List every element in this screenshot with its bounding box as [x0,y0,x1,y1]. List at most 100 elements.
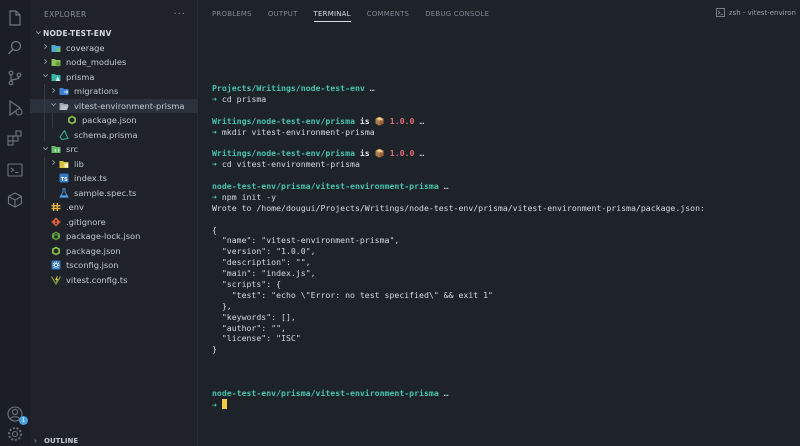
extensions-icon[interactable] [5,128,25,148]
terminal-text: is [354,148,375,159]
folder-item-src[interactable]: src [30,142,198,157]
tree-item-label: package.json [66,245,121,256]
terminal-line: Writings/node-test-env/prisma is 📦 1.0.0… [212,148,800,159]
tree-item-label: vitest.config.ts [66,274,128,285]
tab-comments[interactable]: COMMENTS [367,0,409,28]
tab-problems[interactable]: PROBLEMS [212,0,252,28]
file-item-gitignore[interactable]: .gitignore [30,215,198,230]
test-file-icon [58,188,70,198]
package-version: 1.0.0 [384,115,415,126]
folder-open-icon [58,101,70,111]
outline-label: OUTLINE [44,437,79,445]
files-icon[interactable] [5,8,25,28]
tab-debug-console[interactable]: DEBUG CONSOLE [425,0,489,28]
chevron-right-icon [40,43,50,52]
terminal-line: } [212,344,800,355]
tree-item-label: migrations [74,86,119,97]
account-icon[interactable]: 1 [5,404,28,425]
file-item-sample-spec-ts[interactable]: sample.spec.ts [30,185,198,200]
indent-guide [52,113,53,128]
chevron-down-icon [48,101,58,110]
indent-guide [44,84,45,99]
explorer-title: EXPLORER [44,9,87,19]
more-actions-icon[interactable]: ··· [173,9,186,20]
file-item-vitest-config-ts[interactable]: vitest.config.ts [30,273,198,288]
prisma-file-icon [58,129,70,140]
terminal-text: npm init -y [216,191,277,202]
terminal-line: ➜ [212,398,800,410]
terminal-text: } [212,344,217,355]
file-item-package-json[interactable]: package.json [30,244,198,259]
tab-terminal[interactable]: TERMINAL [313,0,351,28]
terminal-line: "author": "", [212,323,800,334]
terminal-line: "main": "index.js", [212,268,800,279]
terminal-line: "keywords": [], [212,312,800,323]
terminal-text: "author": "", [212,322,286,333]
chevron-right-icon [40,58,50,67]
terminal-text: "name": "vitest-environment-prisma", [212,235,400,246]
settings-icon[interactable] [5,424,25,444]
tree-item-label: lib [74,158,84,169]
package-icon[interactable] [5,190,25,210]
tree-item-label: node_modules [66,57,127,68]
terminal-line: "scripts": { [212,279,800,290]
git-file-icon [50,217,62,227]
search-icon[interactable] [5,38,25,58]
indent-guide [44,171,45,186]
folder-item-coverage[interactable]: coverage [30,41,198,56]
terminal-icon [716,8,725,17]
prompt-path: Writings/node-test-env/prisma [212,115,355,126]
folder-item-prisma[interactable]: prisma [30,70,198,85]
chevron-down-icon [40,72,50,81]
terminal-text: { [212,224,217,235]
env-file-icon [50,202,62,212]
file-item-package-json[interactable]: package.json [30,113,198,128]
source-control-icon[interactable] [5,68,25,88]
terminal-selector[interactable]: zsh - vitest-environ [716,8,796,17]
terminal-output[interactable]: Projects/Writings/node-test-env … ➜ cd pr… [212,83,800,410]
terminal-line: ➜ mkdir vitest-environment-prisma [212,127,800,138]
tree-item-label: .env [66,202,84,213]
run-debug-icon[interactable] [5,98,25,118]
folder-item-vitest-environment-prisma[interactable]: vitest-environment-prisma [30,98,198,113]
chevron-down-icon [33,29,43,38]
terminal-text: … [414,115,425,126]
file-item-env[interactable]: .env [30,200,198,215]
prompt-path: Projects/Writings/node-test-env [212,83,365,93]
terminal-line: "test": "echo \"Error: no test specified… [212,290,800,301]
terminal-text: cd vitest-environment-prisma [216,159,360,170]
terminal-line: Writings/node-test-env/prisma is 📦 1.0.0… [212,116,800,127]
terminal-icon[interactable] [5,160,25,180]
terminal-line: }, [212,301,800,312]
file-item-tsconfig-json[interactable]: tsconfig.json [30,258,198,273]
folder-node-icon [50,57,62,67]
package-emoji-icon: 📦 [374,115,385,126]
indent-guide [44,127,45,142]
folder-migrations-icon [58,86,70,96]
folder-item-lib[interactable]: lib [30,156,198,171]
file-item-index-ts[interactable]: TS index.ts [30,171,198,186]
folder-item-node-modules[interactable]: node_modules [30,55,198,70]
svg-text:TS: TS [61,177,68,183]
terminal-line: "license": "ISC" [212,333,800,344]
terminal-text: }, [212,300,232,311]
tree-item-label: prisma [66,71,95,82]
file-item-schema-prisma[interactable]: schema.prisma [30,127,198,142]
terminal-text: "license": "ISC" [212,333,301,344]
package-lock-icon [50,231,62,241]
chevron-right-icon [48,87,58,96]
outline-section[interactable]: › OUTLINE [30,436,198,446]
folder-item-migrations[interactable]: migrations [30,84,198,99]
tree-item-label: sample.spec.ts [74,187,137,198]
chevron-down-icon [40,145,50,154]
file-item-package-lock-json[interactable]: package-lock.json [30,229,198,244]
tab-output[interactable]: OUTPUT [268,0,298,28]
folder-lib-icon [58,159,70,169]
folder-item-node-test-env[interactable]: NODE-TEST-ENV [30,26,198,41]
terminal-text: … [364,83,375,93]
terminal-line: "version": "1.0.0", [212,246,800,257]
